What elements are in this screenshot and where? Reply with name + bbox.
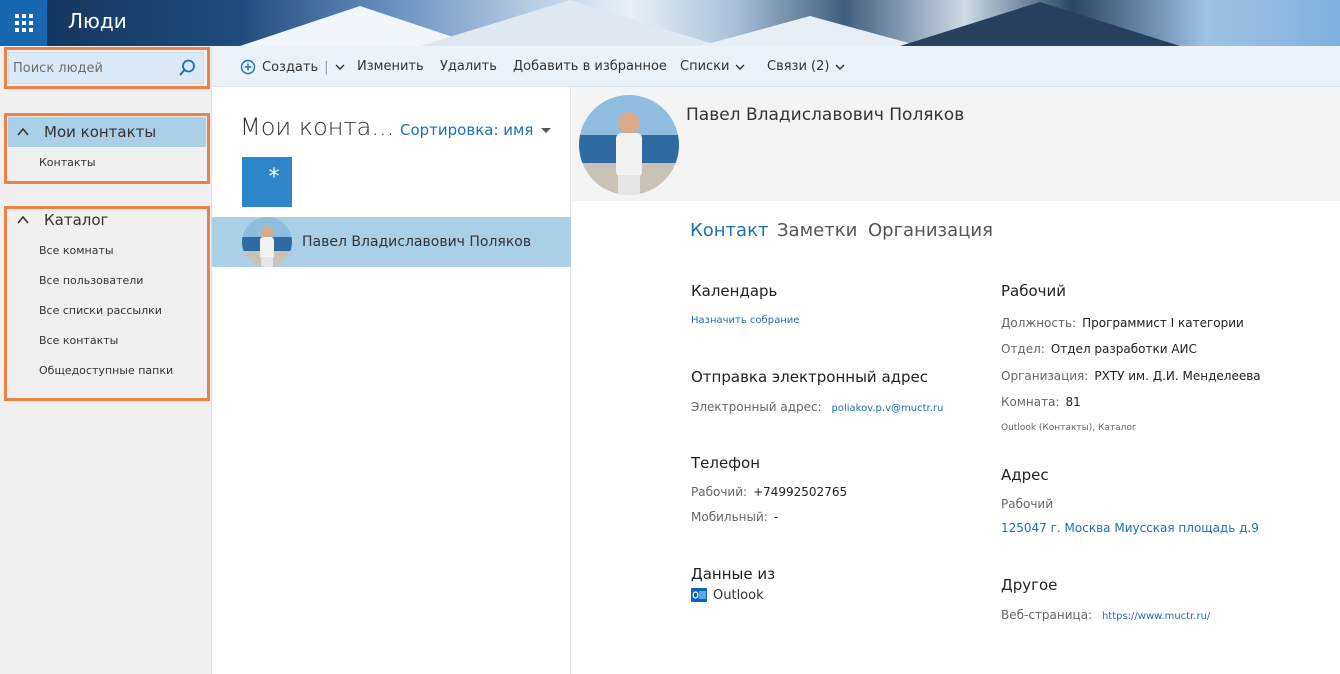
lists-button[interactable]: Списки bbox=[680, 59, 745, 74]
nav-item-all-contacts[interactable]: Все контакты bbox=[39, 334, 118, 347]
dept-value: Отдел разработки АИС bbox=[1050, 342, 1197, 356]
nav-item-all-users[interactable]: Все пользователи bbox=[39, 274, 143, 287]
section-title-work: Рабочий bbox=[1001, 282, 1067, 300]
nav-item-all-distribution-lists[interactable]: Все списки рассылки bbox=[39, 304, 162, 317]
list-item[interactable]: Павел Владиславович Поляков bbox=[212, 217, 571, 267]
schedule-meeting-link[interactable]: Назначить собрание bbox=[691, 315, 799, 326]
caret-down-icon bbox=[541, 127, 552, 133]
section-title-email: Отправка электронный адрес bbox=[691, 368, 929, 386]
org-label: Организация: bbox=[1001, 369, 1089, 383]
phone-mobile-row: Мобильный: - bbox=[691, 510, 778, 524]
avatar-photo bbox=[579, 95, 679, 195]
phone-mobile-label: Мобильный: bbox=[691, 510, 768, 524]
org-value: РХТУ им. Д.И. Менделеева bbox=[1094, 369, 1261, 383]
tab-organization[interactable]: Организация bbox=[868, 220, 993, 241]
nav-item-public-folders[interactable]: Общедоступные папки bbox=[39, 364, 173, 377]
web-row: Веб-страница: https://www.muctr.ru/ bbox=[1001, 608, 1210, 622]
nav-item-all-rooms[interactable]: Все комнаты bbox=[39, 244, 114, 257]
links-label: Связи (2) bbox=[767, 59, 830, 74]
avatar-photo bbox=[242, 217, 292, 267]
email-row: Электронный адрес: poliakov.p.v@muctr.ru bbox=[691, 400, 943, 414]
chevron-down-icon[interactable] bbox=[335, 62, 345, 72]
chevron-down-icon bbox=[735, 64, 745, 70]
group-label: Мои контакты bbox=[44, 123, 157, 141]
room-value: 81 bbox=[1065, 395, 1081, 409]
tab-contact[interactable]: Контакт bbox=[690, 220, 768, 241]
contact-detail-body: Контакт Заметки Организация Календарь На… bbox=[572, 201, 1340, 674]
room-label: Комната: bbox=[1001, 395, 1060, 409]
email-label: Электронный адрес: bbox=[691, 400, 822, 414]
outlook-icon bbox=[691, 588, 707, 602]
email-link[interactable]: poliakov.p.v@muctr.ru bbox=[832, 403, 944, 414]
banner-mountain bbox=[420, 0, 720, 46]
plus-circle-icon bbox=[240, 59, 256, 75]
group-my-contacts[interactable]: Мои контакты bbox=[8, 117, 206, 147]
work-source-note: Outlook (Контакты), Каталог bbox=[1001, 423, 1137, 433]
work-org-row: Организация: РХТУ им. Д.И. Менделеева bbox=[1001, 369, 1261, 383]
address-type: Рабочий bbox=[1001, 497, 1054, 511]
sidebar: Мои контакты Контакты Каталог Все комнат… bbox=[0, 46, 212, 674]
app-title: Люди bbox=[68, 9, 127, 33]
phone-work-label: Рабочий: bbox=[691, 485, 748, 499]
letter-tile[interactable]: * bbox=[242, 157, 292, 207]
banner-mountain bbox=[700, 16, 920, 46]
group-label: Каталог bbox=[44, 211, 109, 229]
chevron-down-icon bbox=[835, 64, 845, 70]
contact-full-name: Павел Владиславович Поляков bbox=[686, 105, 965, 125]
phone-work-value: +74992502765 bbox=[753, 485, 848, 499]
contact-name: Павел Владиславович Поляков bbox=[302, 234, 532, 250]
contact-list-pane: Мои конта... Сортировка: имя * Павел Вла… bbox=[212, 87, 571, 674]
phone-work-row: Рабочий: +74992502765 bbox=[691, 485, 847, 499]
sort-button[interactable]: Сортировка: имя bbox=[400, 121, 552, 139]
section-title-calendar: Календарь bbox=[691, 282, 778, 300]
banner-mountain bbox=[900, 2, 1180, 46]
contact-detail-header: Павел Владиславович Поляков bbox=[572, 87, 1340, 201]
links-button[interactable]: Связи (2) bbox=[767, 59, 845, 74]
avatar bbox=[242, 217, 292, 267]
chevron-up-icon bbox=[17, 127, 29, 136]
address-link[interactable]: 125047 г. Москва Миусская площадь д.9 bbox=[1001, 521, 1259, 535]
work-room-row: Комната: 81 bbox=[1001, 395, 1081, 409]
sort-label: Сортировка: имя bbox=[400, 121, 534, 139]
header-banner: Люди bbox=[0, 0, 1340, 46]
source-row: Outlook bbox=[691, 587, 764, 603]
web-link[interactable]: https://www.muctr.ru/ bbox=[1102, 611, 1210, 622]
position-label: Должность: bbox=[1001, 316, 1077, 330]
search-icon[interactable] bbox=[177, 58, 197, 78]
section-title-other: Другое bbox=[1001, 576, 1058, 594]
tab-notes[interactable]: Заметки bbox=[777, 220, 857, 241]
section-title-source: Данные из bbox=[691, 565, 776, 583]
search-box bbox=[8, 52, 204, 84]
add-to-favorites-button[interactable]: Добавить в избранное bbox=[513, 59, 667, 74]
list-title: Мои конта... bbox=[240, 113, 395, 141]
web-label: Веб-страница: bbox=[1001, 608, 1093, 622]
chevron-up-icon bbox=[17, 215, 29, 224]
divider: | bbox=[324, 59, 329, 75]
search-input[interactable] bbox=[13, 57, 173, 79]
section-title-phone: Телефон bbox=[691, 454, 761, 472]
command-toolbar: Создать | Изменить Удалить Добавить в из… bbox=[212, 46, 1340, 87]
group-catalog[interactable]: Каталог bbox=[8, 205, 206, 235]
work-position-row: Должность: Программист I категории bbox=[1001, 316, 1244, 330]
create-button[interactable]: Создать | bbox=[240, 59, 345, 75]
app-launcher-button[interactable] bbox=[0, 0, 47, 46]
nav-item-contacts[interactable]: Контакты bbox=[39, 156, 96, 169]
phone-mobile-value: - bbox=[773, 510, 779, 524]
dept-label: Отдел: bbox=[1001, 342, 1045, 356]
edit-button[interactable]: Изменить bbox=[357, 59, 424, 74]
delete-button[interactable]: Удалить bbox=[440, 59, 497, 74]
position-value: Программист I категории bbox=[1082, 316, 1244, 330]
work-dept-row: Отдел: Отдел разработки АИС bbox=[1001, 342, 1197, 356]
source-value: Outlook bbox=[713, 587, 764, 603]
create-label: Создать bbox=[262, 59, 319, 75]
waffle-icon bbox=[14, 14, 33, 32]
avatar bbox=[579, 95, 679, 195]
section-title-address: Адрес bbox=[1001, 466, 1049, 484]
lists-label: Списки bbox=[680, 59, 730, 74]
